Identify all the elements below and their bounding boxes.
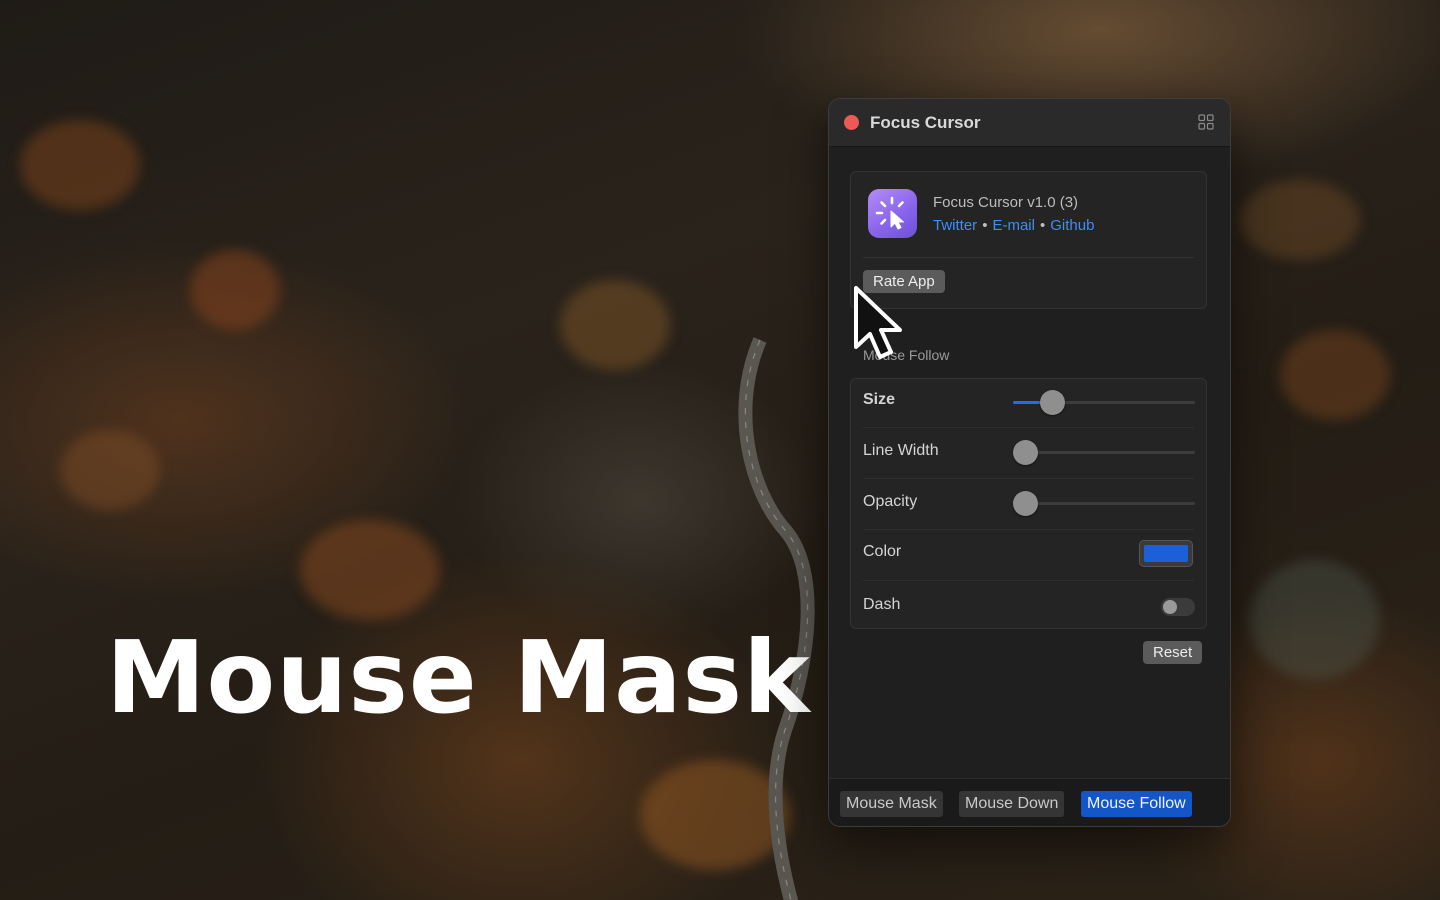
color-well[interactable]	[1139, 540, 1193, 567]
link-separator: •	[1039, 217, 1046, 234]
size-slider[interactable]	[1013, 390, 1195, 415]
email-link[interactable]: E-mail	[992, 217, 1035, 234]
dash-toggle[interactable]	[1161, 598, 1195, 616]
focus-cursor-window: Focus Cursor Focus Cursor v1.0 (3) Twitt…	[828, 98, 1231, 827]
tab-mouse-follow[interactable]: Mouse Follow	[1081, 791, 1192, 817]
window-title: Focus Cursor	[870, 113, 981, 132]
toggle-knob	[1163, 600, 1177, 614]
reset-button[interactable]: Reset	[1143, 641, 1203, 664]
slider-knob[interactable]	[1013, 491, 1038, 516]
github-link[interactable]: Github	[1050, 217, 1094, 234]
color-label: Color	[863, 543, 902, 560]
row-divider	[863, 478, 1194, 479]
dash-label: Dash	[863, 596, 901, 613]
app-icon	[868, 189, 917, 238]
hero-title: Mouse Mask	[106, 619, 811, 736]
title-bar[interactable]: Focus Cursor	[829, 99, 1230, 147]
links-row: Twitter • E-mail • Github	[933, 217, 1094, 234]
line-width-slider[interactable]	[1013, 440, 1195, 465]
color-swatch	[1144, 545, 1188, 562]
mouse-pointer-icon	[854, 286, 902, 359]
tab-bar: Mouse Mask Mouse Down Mouse Follow	[829, 778, 1230, 826]
slider-knob[interactable]	[1039, 390, 1065, 415]
row-divider	[863, 529, 1194, 530]
line-width-label: Line Width	[863, 442, 939, 459]
slider-knob[interactable]	[1013, 440, 1038, 465]
link-separator: •	[982, 217, 988, 234]
settings-card: Size Line Width Opacity Color Dash	[850, 378, 1207, 629]
close-button[interactable]	[844, 115, 859, 130]
tab-mouse-down[interactable]: Mouse Down	[959, 791, 1065, 817]
tab-mouse-mask[interactable]: Mouse Mask	[840, 791, 943, 817]
grid-icon[interactable]	[1198, 114, 1214, 130]
divider	[863, 257, 1194, 258]
opacity-slider[interactable]	[1013, 491, 1195, 516]
row-divider	[863, 427, 1194, 428]
opacity-label: Opacity	[863, 493, 918, 510]
size-label: Size	[863, 391, 896, 408]
app-version: Focus Cursor v1.0 (3)	[933, 194, 1079, 211]
sparkle-cursor-icon	[875, 196, 904, 230]
twitter-link[interactable]: Twitter	[933, 217, 977, 234]
row-divider	[863, 580, 1194, 581]
